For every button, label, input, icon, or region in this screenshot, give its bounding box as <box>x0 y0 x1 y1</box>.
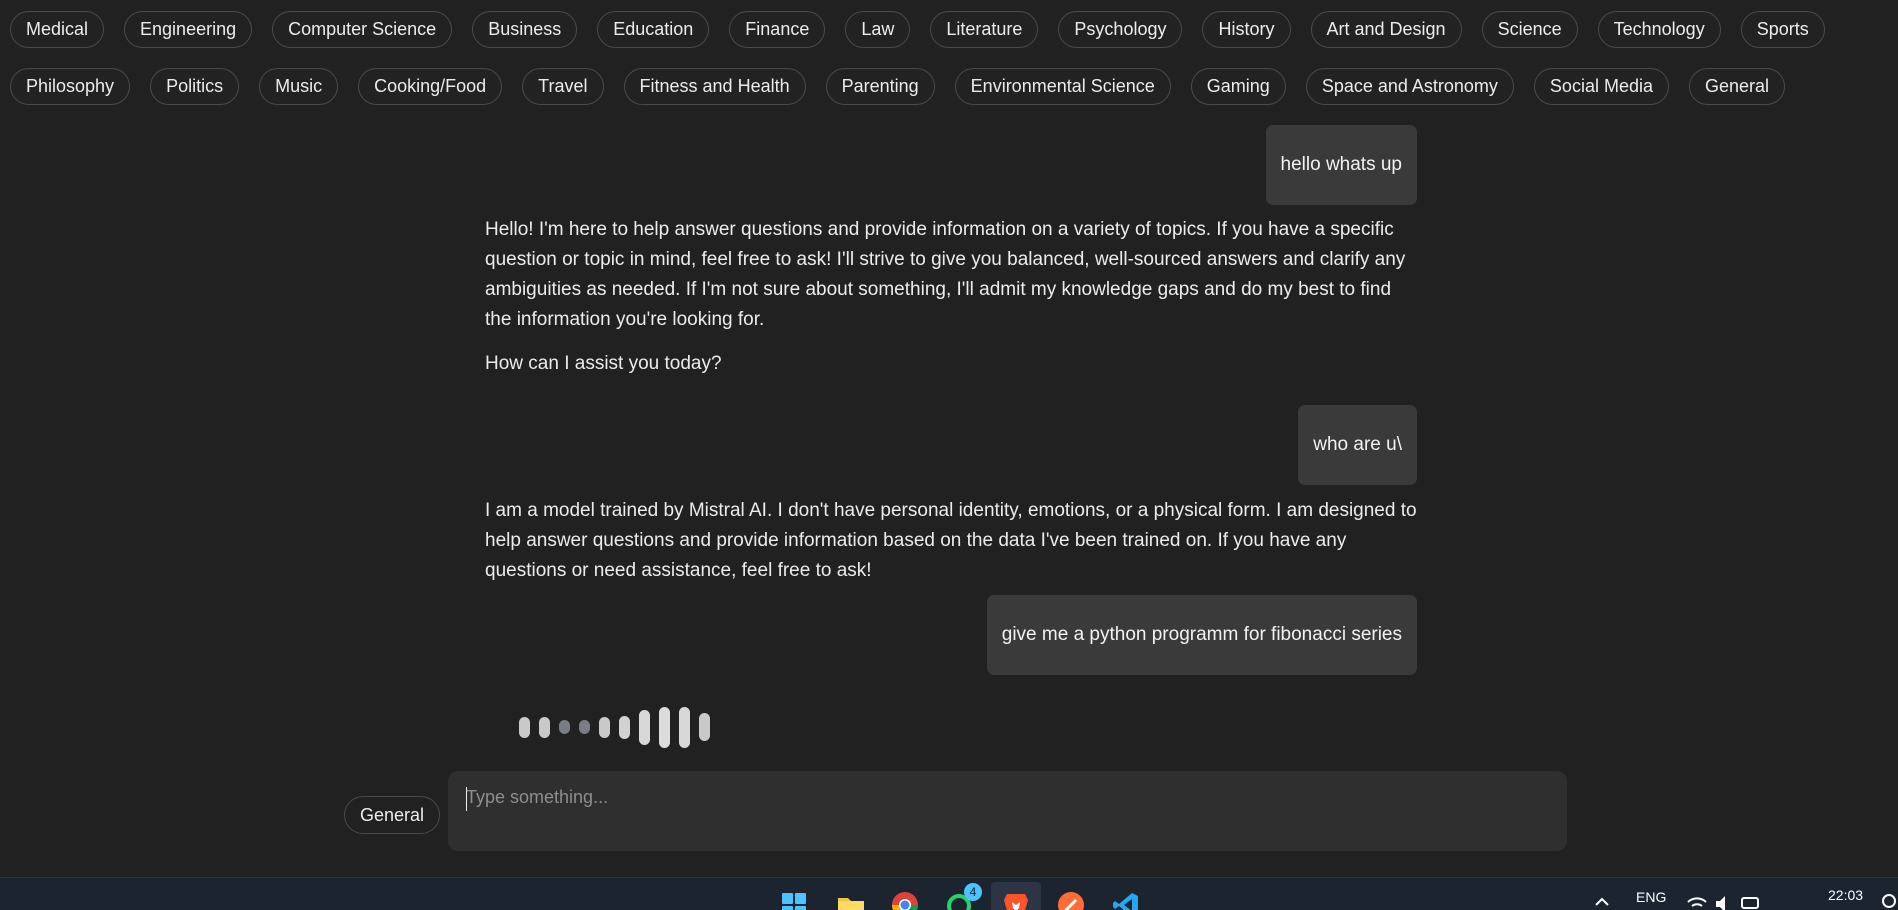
topic-chip-space-and-astronomy[interactable]: Space and Astronomy <box>1305 68 1514 105</box>
topic-chip-general[interactable]: General <box>1688 68 1786 105</box>
wifi-icon[interactable] <box>1686 892 1708 910</box>
typing-indicator-bar <box>619 715 630 739</box>
typing-indicator-bar <box>659 706 670 748</box>
topic-chip-fitness-and-health[interactable]: Fitness and Health <box>623 68 806 105</box>
user-message: hello whats up <box>1265 125 1417 205</box>
assistant-message-paragraph: How can I assist you today? <box>485 353 722 374</box>
volume-icon[interactable] <box>1713 892 1735 910</box>
typing-indicator <box>519 704 710 750</box>
typing-indicator-bar <box>639 709 650 745</box>
topic-chip-engineering[interactable]: Engineering <box>124 11 253 48</box>
topic-chip-psychology[interactable]: Psychology <box>1058 11 1183 48</box>
chrome-icon[interactable] <box>890 890 920 910</box>
topic-chip-history[interactable]: History <box>1202 11 1291 48</box>
text-caret <box>466 787 467 811</box>
whatsapp-badge: 4 <box>964 883 982 901</box>
topic-chip-literature[interactable]: Literature <box>930 11 1039 48</box>
notification-icon[interactable] <box>1880 892 1898 910</box>
topic-chip-environmental-science[interactable]: Environmental Science <box>954 68 1171 105</box>
windows-taskbar: 4 ENG 22:03 <box>0 877 1898 910</box>
topic-chip-art-and-design[interactable]: Art and Design <box>1310 11 1462 48</box>
topics-row-2: Philosophy Politics Music Cooking/Food T… <box>10 68 1786 105</box>
typing-indicator-bar <box>559 720 570 734</box>
battery-icon[interactable] <box>1740 892 1762 910</box>
user-message: who are u\ <box>1298 405 1417 485</box>
typing-indicator-bar <box>579 720 590 734</box>
topic-chip-travel[interactable]: Travel <box>522 68 604 105</box>
topic-chip-computer-science[interactable]: Computer Science <box>272 11 453 48</box>
topic-chip-gaming[interactable]: Gaming <box>1190 68 1286 105</box>
topic-chip-business[interactable]: Business <box>472 11 578 48</box>
topic-chip-science[interactable]: Science <box>1481 11 1578 48</box>
topic-chip-cooking-food[interactable]: Cooking/Food <box>358 68 503 105</box>
composer <box>448 771 1567 851</box>
assistant-message-paragraph: Hello! I'm here to help answer questions… <box>485 219 1406 330</box>
typing-indicator-bar <box>699 713 710 741</box>
topic-chip-education[interactable]: Education <box>597 11 710 48</box>
language-indicator[interactable]: ENG <box>1636 889 1666 905</box>
assistant-message-paragraph: I am a model trained by Mistral AI. I do… <box>485 500 1417 581</box>
topic-chip-finance[interactable]: Finance <box>729 11 826 48</box>
vscode-icon[interactable] <box>1111 890 1141 910</box>
typing-indicator-bar <box>599 716 610 738</box>
topic-chip-philosophy[interactable]: Philosophy <box>10 68 131 105</box>
typing-indicator-bar <box>539 716 550 738</box>
topic-chip-politics[interactable]: Politics <box>150 68 240 105</box>
clock-time[interactable]: 22:03 <box>1828 887 1863 903</box>
topics-row-1: Medical Engineering Computer Science Bus… <box>10 11 1825 48</box>
topic-chip-technology[interactable]: Technology <box>1597 11 1721 48</box>
brave-icon[interactable] <box>1001 890 1031 910</box>
typing-indicator-bar <box>679 706 690 748</box>
windows-start-icon[interactable] <box>779 890 809 910</box>
chevron-up-icon[interactable] <box>1592 892 1612 910</box>
assistant-message: I am a model trained by Mistral AI. I do… <box>485 496 1417 600</box>
postman-icon[interactable] <box>1056 890 1086 910</box>
topic-chip-law[interactable]: Law <box>845 11 911 48</box>
topic-chip-parenting[interactable]: Parenting <box>825 68 935 105</box>
assistant-message: Hello! I'm here to help answer questions… <box>485 215 1417 393</box>
topic-chip-sports[interactable]: Sports <box>1740 11 1825 48</box>
topic-chip-music[interactable]: Music <box>259 68 339 105</box>
file-explorer-icon[interactable] <box>836 890 866 910</box>
user-message: give me a python programm for fibonacci … <box>986 595 1417 675</box>
message-input[interactable] <box>466 787 1546 835</box>
model-selector-button[interactable]: General <box>344 796 441 834</box>
topic-chip-medical[interactable]: Medical <box>10 11 105 48</box>
typing-indicator-bar <box>519 716 530 738</box>
topic-chip-social-media[interactable]: Social Media <box>1533 68 1669 105</box>
